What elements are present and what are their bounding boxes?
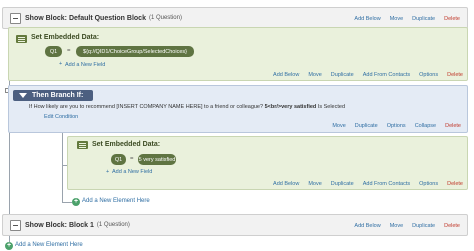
delete-link[interactable]: Delete xyxy=(444,16,460,22)
flow-line-branch xyxy=(62,133,63,203)
field-name-pill[interactable]: Q1 xyxy=(45,46,62,57)
branch-panel: Then Branch If: If How likely are you to… xyxy=(8,85,468,133)
move-link[interactable]: Move xyxy=(332,123,345,129)
branch-title: Then Branch If: xyxy=(32,92,84,99)
add-below-link[interactable]: Add Below xyxy=(354,223,380,229)
branch-condition: If How likely are you to recommend [INSE… xyxy=(29,104,345,110)
duplicate-link[interactable]: Duplicate xyxy=(331,72,354,78)
block-title: Show Block: Block 1 xyxy=(25,221,94,229)
condition-value[interactable]: 5<br/>very satisfied xyxy=(265,104,317,110)
condition-question[interactable]: How likely are you to recommend [INSERT … xyxy=(34,104,263,110)
add-below-link[interactable]: Add Below xyxy=(354,16,380,22)
block-title: Show Block: Default Question Block xyxy=(25,14,146,22)
field-value-pill[interactable]: 5 very satisfied xyxy=(138,154,176,165)
embedded-data-panel-1: Set Embedded Data: Q1 = ${q://QID1/Choic… xyxy=(8,27,468,81)
move-link[interactable]: Move xyxy=(390,16,403,22)
options-link[interactable]: Options xyxy=(419,181,438,187)
field-value-pill[interactable]: ${q://QID1/ChoiceGroup/SelectedChoices} xyxy=(76,46,194,57)
add-new-field-link[interactable]: Add a New Field xyxy=(112,169,152,175)
add-field-icon[interactable]: + xyxy=(59,61,62,67)
block-block-1: Show Block: Block 1 (1 Question) Add Bel… xyxy=(2,214,468,236)
block-question-count: (1 Question) xyxy=(148,15,182,21)
add-new-element-bottom[interactable]: Add a New Element Here xyxy=(15,242,83,248)
add-element-plus-icon[interactable]: + xyxy=(72,198,80,206)
embedded-data-panel-2: Set Embedded Data: Q1 = 5 very satisfied… xyxy=(67,136,468,190)
chevron-down-icon xyxy=(19,93,27,98)
collapse-icon[interactable] xyxy=(10,219,21,231)
branch-header[interactable]: Then Branch If: xyxy=(13,90,93,101)
embedded-data-title: Set Embedded Data: xyxy=(92,141,161,148)
delete-link[interactable]: Delete xyxy=(445,123,461,129)
duplicate-link[interactable]: Duplicate xyxy=(412,223,435,229)
move-link[interactable]: Move xyxy=(390,223,403,229)
collapse-link[interactable]: Collapse xyxy=(415,123,436,129)
flow-connector-add-inner xyxy=(62,202,72,203)
condition-operator[interactable]: Is Selected xyxy=(318,104,345,110)
add-below-link[interactable]: Add Below xyxy=(273,72,299,78)
options-link[interactable]: Options xyxy=(387,123,406,129)
field-name-pill[interactable]: Q1 xyxy=(111,154,126,165)
add-below-link[interactable]: Add Below xyxy=(273,181,299,187)
block-question-count: (1 Question) xyxy=(96,222,130,228)
block-actions: Add Below Move Duplicate Delete xyxy=(354,223,460,229)
add-new-element-inner[interactable]: Add a New Element Here xyxy=(82,198,150,204)
delete-link[interactable]: Delete xyxy=(447,72,463,78)
edit-condition-link[interactable]: Edit Condition xyxy=(44,114,78,120)
block-actions: Add Below Move Duplicate Delete xyxy=(354,16,460,22)
equals-sign: = xyxy=(130,156,134,162)
add-from-contacts-link[interactable]: Add From Contacts xyxy=(363,181,410,187)
add-from-contacts-link[interactable]: Add From Contacts xyxy=(363,72,410,78)
duplicate-link[interactable]: Duplicate xyxy=(412,16,435,22)
block-default-question: Show Block: Default Question Block (1 Qu… xyxy=(2,7,468,29)
duplicate-link[interactable]: Duplicate xyxy=(355,123,378,129)
add-element-plus-icon[interactable]: + xyxy=(5,242,13,250)
embedded-data-title: Set Embedded Data: xyxy=(31,34,100,41)
collapse-icon[interactable] xyxy=(10,12,21,24)
branch-actions: Move Duplicate Options Collapse Delete xyxy=(332,123,461,129)
options-link[interactable]: Options xyxy=(419,72,438,78)
embedded-data-actions: Add Below Move Duplicate Add From Contac… xyxy=(273,72,463,78)
embedded-data-actions: Add Below Move Duplicate Add From Contac… xyxy=(273,181,463,187)
delete-link[interactable]: Delete xyxy=(444,223,460,229)
move-link[interactable]: Move xyxy=(308,181,321,187)
add-field-icon[interactable]: + xyxy=(106,169,109,175)
embedded-data-icon xyxy=(77,141,88,149)
add-new-field-link[interactable]: Add a New Field xyxy=(65,62,105,68)
duplicate-link[interactable]: Duplicate xyxy=(331,181,354,187)
embedded-data-icon xyxy=(16,35,27,43)
move-link[interactable]: Move xyxy=(308,72,321,78)
condition-prefix: If xyxy=(29,104,33,110)
delete-link[interactable]: Delete xyxy=(447,181,463,187)
equals-sign: = xyxy=(67,48,71,54)
